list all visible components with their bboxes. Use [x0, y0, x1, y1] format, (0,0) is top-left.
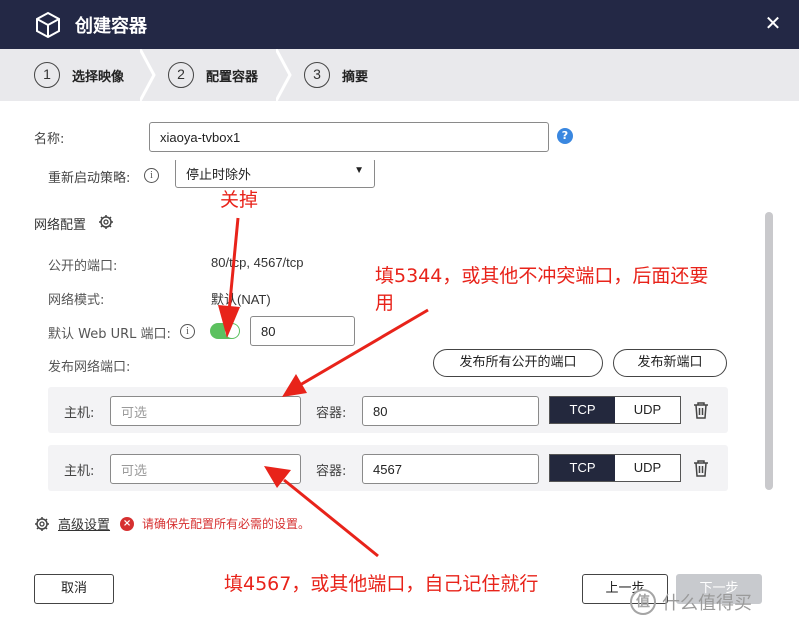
public-ports-label: 公开的端口: [48, 259, 118, 274]
restart-policy-row: 重新启动策略: i 停止时除外 ▼ [0, 160, 760, 188]
info-icon[interactable]: i [180, 324, 195, 339]
web-url-toggle[interactable] [210, 323, 240, 339]
step-number: 1 [34, 62, 60, 88]
step-label: 摘要 [342, 69, 369, 85]
container-port-input[interactable]: 80 [362, 396, 539, 426]
scrollbar[interactable] [765, 212, 773, 490]
step-label: 选择映像 [72, 69, 125, 85]
watermark: 值 什么值得买 [630, 589, 752, 615]
host-port-input[interactable]: 可选 [110, 454, 301, 484]
container-port-input[interactable]: 4567 [362, 454, 539, 484]
dialog-titlebar: 创建容器 ✕ [0, 0, 799, 49]
publish-ports-label: 发布网络端口: [48, 360, 131, 375]
cancel-button[interactable]: 取消 [34, 574, 114, 604]
gear-icon [35, 516, 49, 531]
error-message: 请确保先配置所有必需的设置。 [142, 517, 311, 531]
protocol-toggle: TCP UDP [549, 454, 681, 482]
udp-option[interactable]: UDP [615, 397, 680, 423]
protocol-toggle: TCP UDP [549, 396, 681, 424]
annotation-host-note: 填5344，或其他不冲突端口，后面还要 [375, 265, 709, 287]
host-label: 主机: [64, 406, 95, 421]
public-ports-value: 80/tcp, 4567/tcp [211, 255, 304, 270]
advanced-settings-link[interactable]: 高级设置 [58, 514, 110, 533]
host-port-input[interactable]: 可选 [110, 396, 301, 426]
gear-icon[interactable] [98, 214, 114, 230]
step-summary[interactable]: 3 摘要 [304, 49, 368, 101]
trash-icon[interactable] [693, 459, 709, 477]
port-mapping-row: 主机: 可选 容器: 4567 TCP UDP [48, 445, 728, 491]
udp-option[interactable]: UDP [615, 455, 680, 481]
host-label: 主机: [64, 464, 95, 479]
restart-policy-value: 停止时除外 [186, 166, 252, 182]
web-url-port-input[interactable]: 80 [250, 316, 355, 346]
dropdown-arrow-icon: ▼ [354, 165, 364, 176]
tcp-option[interactable]: TCP [550, 455, 615, 481]
network-section-title: 网络配置 [34, 218, 87, 233]
annotation-toggle-note: 关掉 [220, 189, 259, 211]
restart-policy-select[interactable]: 停止时除外 ▼ [175, 160, 375, 188]
error-icon: × [120, 516, 135, 531]
step-label: 配置容器 [206, 69, 259, 85]
network-mode-label: 网络模式: [48, 293, 105, 308]
advanced-settings-row: 高级设置 × 请确保先配置所有必需的设置。 [34, 514, 310, 533]
info-icon[interactable]: i [144, 168, 159, 183]
tcp-option[interactable]: TCP [550, 397, 615, 423]
close-icon[interactable]: ✕ [763, 13, 783, 33]
step-number: 3 [304, 62, 330, 88]
step-select-image[interactable]: 1 选择映像 [34, 49, 124, 101]
name-input[interactable]: xiaoya-tvbox1 [149, 122, 549, 152]
annotation-host-note-cont: 用 [375, 292, 395, 314]
restart-policy-label: 重新启动策略: [48, 171, 131, 186]
step-configure-container[interactable]: 2 配置容器 [168, 49, 258, 101]
web-url-port-label: 默认 Web URL 端口: [48, 327, 171, 342]
help-icon[interactable]: ? [557, 128, 573, 144]
arrow-to-toggle [218, 217, 240, 338]
publish-new-port-button[interactable]: 发布新端口 [613, 349, 727, 377]
container-cube-icon [36, 11, 60, 39]
watermark-logo-icon: 值 [630, 589, 656, 615]
container-label: 容器: [316, 406, 347, 421]
toggle-knob [225, 324, 239, 338]
annotation-bottom-note: 填4567，或其他端口，自己记住就行 [224, 573, 539, 595]
dialog-title: 创建容器 [75, 16, 147, 37]
watermark-text: 什么值得买 [662, 593, 752, 614]
trash-icon[interactable] [693, 401, 709, 419]
step-number: 2 [168, 62, 194, 88]
chevron-divider-icon [140, 49, 156, 101]
network-mode-value: 默认(NAT) [211, 292, 271, 307]
name-label: 名称: [34, 132, 65, 147]
wizard-steps: 1 选择映像 2 配置容器 3 摘要 [0, 49, 799, 101]
port-mapping-row: 主机: 可选 容器: 80 TCP UDP [48, 387, 728, 433]
publish-all-ports-button[interactable]: 发布所有公开的端口 [433, 349, 603, 377]
container-label: 容器: [316, 464, 347, 479]
chevron-divider-icon [276, 49, 292, 101]
